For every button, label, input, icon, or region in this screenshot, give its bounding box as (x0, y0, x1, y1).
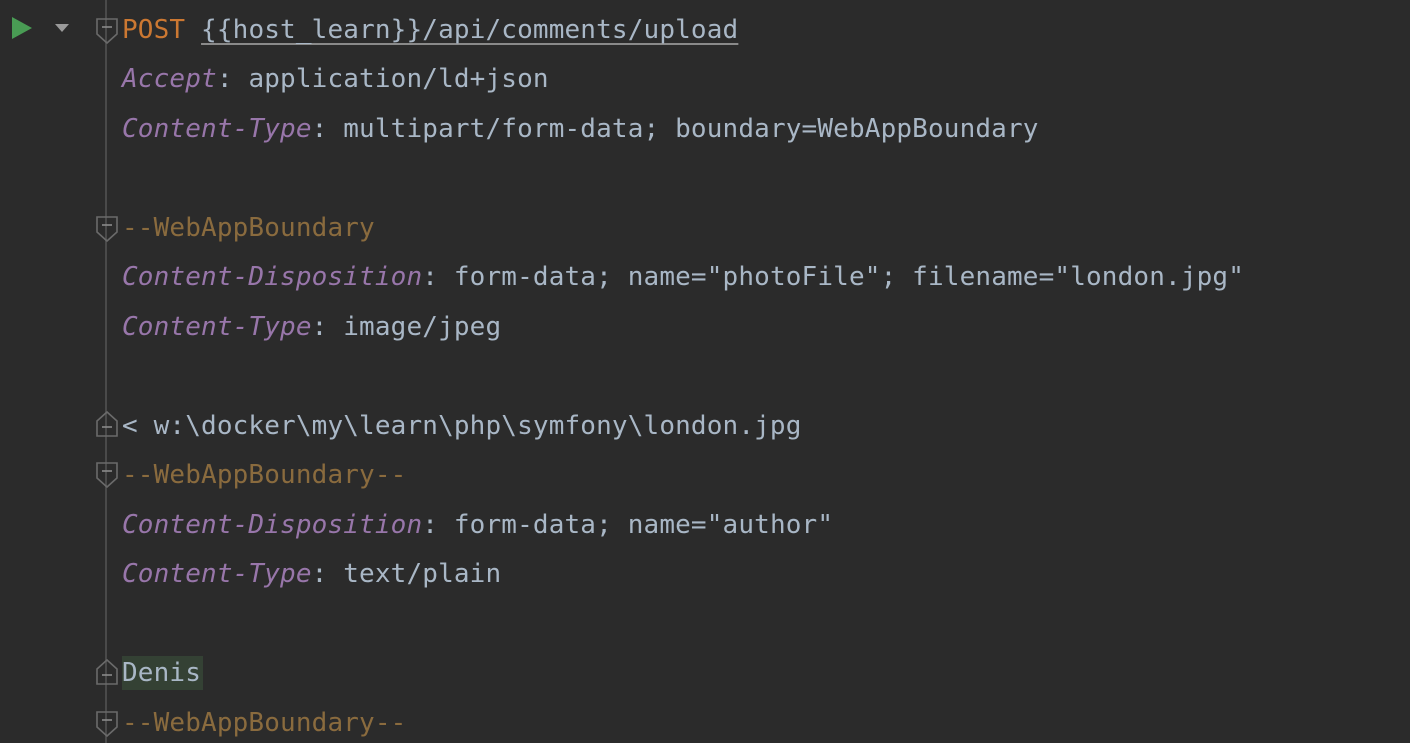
header-value: image/jpeg (343, 312, 502, 342)
body-value: Denis (122, 656, 204, 690)
http-method: POST (122, 15, 186, 45)
header-value: multipart/form-data; boundary=WebAppBoun… (343, 114, 1039, 144)
body-line[interactable]: Denis (122, 656, 204, 690)
header-line[interactable]: Accept: application/ld+json (122, 62, 549, 96)
header-value: form-data; name="photoFile"; filename="l… (453, 262, 1245, 292)
header-name: Content-Type (122, 114, 312, 144)
file-reference-line[interactable]: < w:\docker\my\learn\php\symfony\london.… (122, 409, 802, 443)
fold-end-icon[interactable] (95, 658, 119, 686)
header-name: Content-Disposition (122, 262, 423, 292)
header-value: text/plain (343, 559, 502, 589)
fold-icon[interactable] (95, 710, 119, 738)
boundary-line[interactable]: --WebAppBoundary-- (122, 706, 406, 740)
header-value: form-data; name="author" (453, 510, 834, 540)
request-url[interactable]: {{host_learn}}/api/comments/upload (201, 15, 738, 45)
header-line[interactable]: Content-Disposition: form-data; name="ph… (122, 260, 1244, 294)
boundary-line[interactable]: --WebAppBoundary (122, 211, 375, 245)
header-value: application/ld+json (248, 64, 549, 94)
run-icon[interactable] (12, 17, 32, 39)
header-name: Content-Type (122, 312, 312, 342)
boundary-line[interactable]: --WebAppBoundary-- (122, 458, 406, 492)
gutter-line (105, 0, 107, 743)
header-name: Content-Type (122, 559, 312, 589)
chevron-down-icon[interactable] (55, 24, 69, 32)
fold-end-icon[interactable] (95, 410, 119, 438)
header-line[interactable]: Content-Type: image/jpeg (122, 310, 501, 344)
header-line[interactable]: Content-Type: text/plain (122, 557, 501, 591)
fold-icon[interactable] (95, 461, 119, 489)
http-request-editor: POST {{host_learn}}/api/comments/upload … (0, 0, 1410, 743)
request-line[interactable]: POST {{host_learn}}/api/comments/upload (122, 13, 738, 47)
header-line[interactable]: Content-Disposition: form-data; name="au… (122, 508, 833, 542)
header-name: Content-Disposition (122, 510, 423, 540)
fold-icon[interactable] (95, 17, 119, 45)
header-name: Accept (122, 64, 217, 94)
header-line[interactable]: Content-Type: multipart/form-data; bound… (122, 112, 1039, 146)
fold-icon[interactable] (95, 215, 119, 243)
